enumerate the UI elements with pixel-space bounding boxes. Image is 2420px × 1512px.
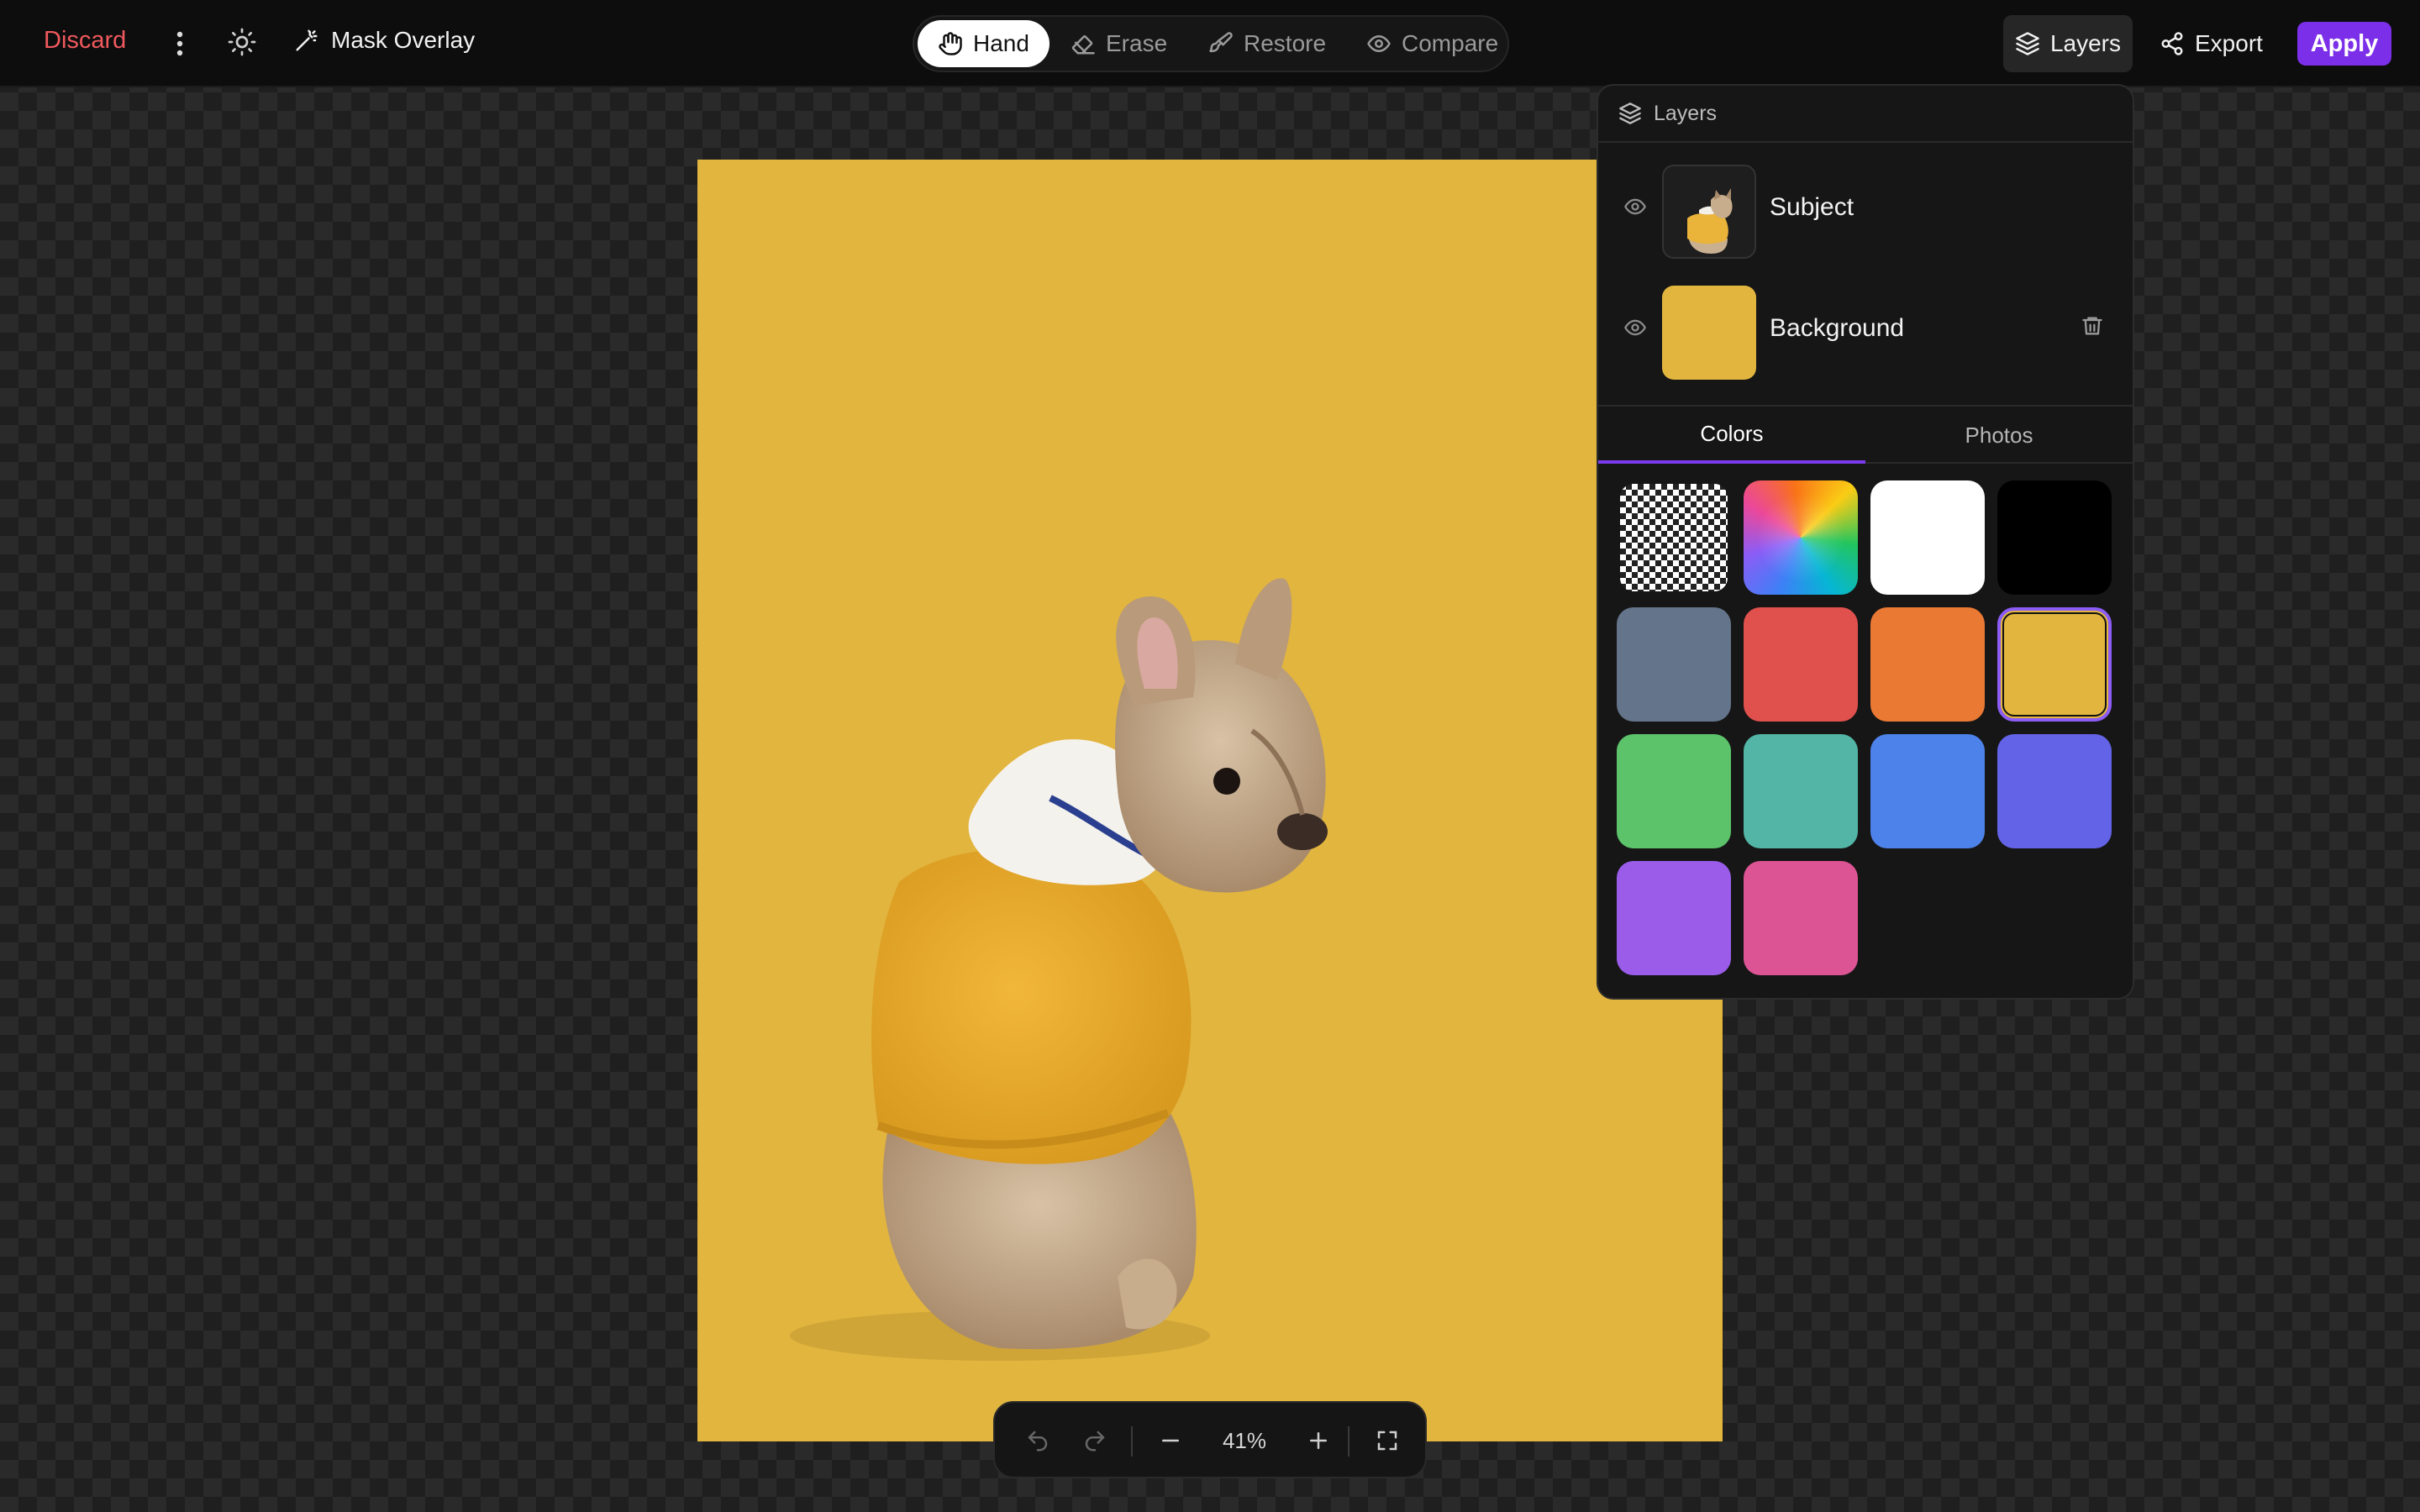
zoom-in-button[interactable] [1297, 1421, 1339, 1460]
swatch-purple[interactable] [1617, 861, 1731, 975]
swatch-transparent[interactable] [1617, 480, 1731, 595]
plus-icon [1306, 1428, 1331, 1453]
export-button[interactable]: Export [2160, 15, 2263, 72]
divider [1348, 1426, 1349, 1457]
redo-icon [1082, 1428, 1107, 1453]
tool-erase[interactable]: Erase [1050, 20, 1187, 67]
tool-restore[interactable]: Restore [1188, 20, 1346, 67]
divider [1131, 1426, 1133, 1457]
visibility-eye-icon[interactable] [1623, 195, 1647, 218]
trash-icon[interactable] [2081, 314, 2104, 338]
tool-restore-label: Restore [1244, 30, 1327, 56]
layers-icon [2015, 31, 2040, 56]
visibility-eye-icon[interactable] [1623, 316, 1647, 339]
layer-thumbnail-subject [1662, 165, 1756, 259]
layers-panel: Layers Subject Background Colors Photos [1597, 84, 2134, 1000]
minus-icon [1158, 1428, 1183, 1453]
swatch-indigo[interactable] [1997, 734, 2112, 848]
editor-canvas-image[interactable] [697, 160, 1723, 1441]
swatch-yellow[interactable] [1997, 607, 2112, 722]
layer-subject[interactable]: Subject [1598, 156, 2133, 260]
sun-icon [227, 27, 257, 57]
swatch-slate[interactable] [1617, 607, 1731, 722]
layers-panel-header: Layers [1598, 86, 2133, 143]
swatch-green[interactable] [1617, 734, 1731, 848]
tool-compare-label: Compare [1402, 30, 1499, 56]
layer-name-background: Background [1770, 314, 1905, 342]
undo-icon [1025, 1428, 1050, 1453]
discard-button[interactable]: Discard [44, 27, 126, 55]
tab-photos-label: Photos [1965, 422, 2033, 448]
hand-icon [938, 31, 963, 56]
tool-compare[interactable]: Compare [1346, 20, 1518, 67]
apply-label: Apply [2310, 29, 2379, 57]
tool-erase-label: Erase [1106, 30, 1168, 56]
tool-hand-label: Hand [973, 30, 1029, 56]
swatch-teal[interactable] [1744, 734, 1858, 848]
swatch-black[interactable] [1997, 480, 2112, 595]
eye-icon [1366, 31, 1392, 56]
swatch-blue[interactable] [1870, 734, 1985, 848]
fullscreen-icon [1375, 1428, 1400, 1453]
swatch-white[interactable] [1870, 480, 1985, 595]
swatch-orange[interactable] [1870, 607, 1985, 722]
top-toolbar: Discard Mask Overlay Hand Erase Restore … [0, 0, 2420, 87]
more-options-button[interactable] [168, 25, 192, 62]
theme-toggle-button[interactable] [227, 27, 257, 57]
mask-overlay-button[interactable]: Mask Overlay [294, 27, 475, 54]
layers-button-label: Layers [2049, 30, 2122, 56]
swatch-pink[interactable] [1744, 861, 1858, 975]
layer-name-subject: Subject [1770, 193, 1854, 221]
tab-colors[interactable]: Colors [1598, 407, 1865, 464]
zoom-level: 41% [1222, 1427, 1267, 1453]
swatch-gradient[interactable] [1744, 480, 1858, 595]
redo-button[interactable] [1074, 1421, 1116, 1460]
undo-button[interactable] [1017, 1421, 1059, 1460]
mask-overlay-label: Mask Overlay [331, 27, 476, 53]
zoom-toolbar: 41% [993, 1401, 1427, 1478]
brush-icon [1208, 31, 1234, 56]
background-tabs: Colors Photos [1598, 405, 2133, 464]
layer-thumbnail-background [1662, 286, 1756, 380]
export-label: Export [2195, 30, 2263, 56]
zoom-out-button[interactable] [1150, 1421, 1192, 1460]
layers-panel-title: Layers [1654, 101, 1718, 125]
layer-background[interactable]: Background [1598, 277, 2133, 381]
dog-thumbnail-image [1687, 188, 1733, 254]
discard-label: Discard [44, 27, 127, 54]
tool-hand[interactable]: Hand [918, 20, 1050, 67]
apply-button[interactable]: Apply [2297, 22, 2391, 66]
fullscreen-button[interactable] [1366, 1421, 1408, 1460]
tab-colors-label: Colors [1700, 420, 1764, 446]
tab-photos[interactable]: Photos [1865, 407, 2133, 464]
layers-button[interactable]: Layers [2003, 15, 2133, 72]
more-vertical-icon [176, 31, 183, 56]
swatch-red[interactable] [1744, 607, 1858, 722]
layers-icon [1618, 102, 1642, 125]
eraser-icon [1071, 31, 1096, 56]
tool-selector: Hand Erase Restore Compare [913, 15, 1509, 72]
magic-wand-icon [294, 28, 319, 53]
share-icon [2160, 31, 2185, 56]
subject-dog-image [790, 578, 1328, 1361]
